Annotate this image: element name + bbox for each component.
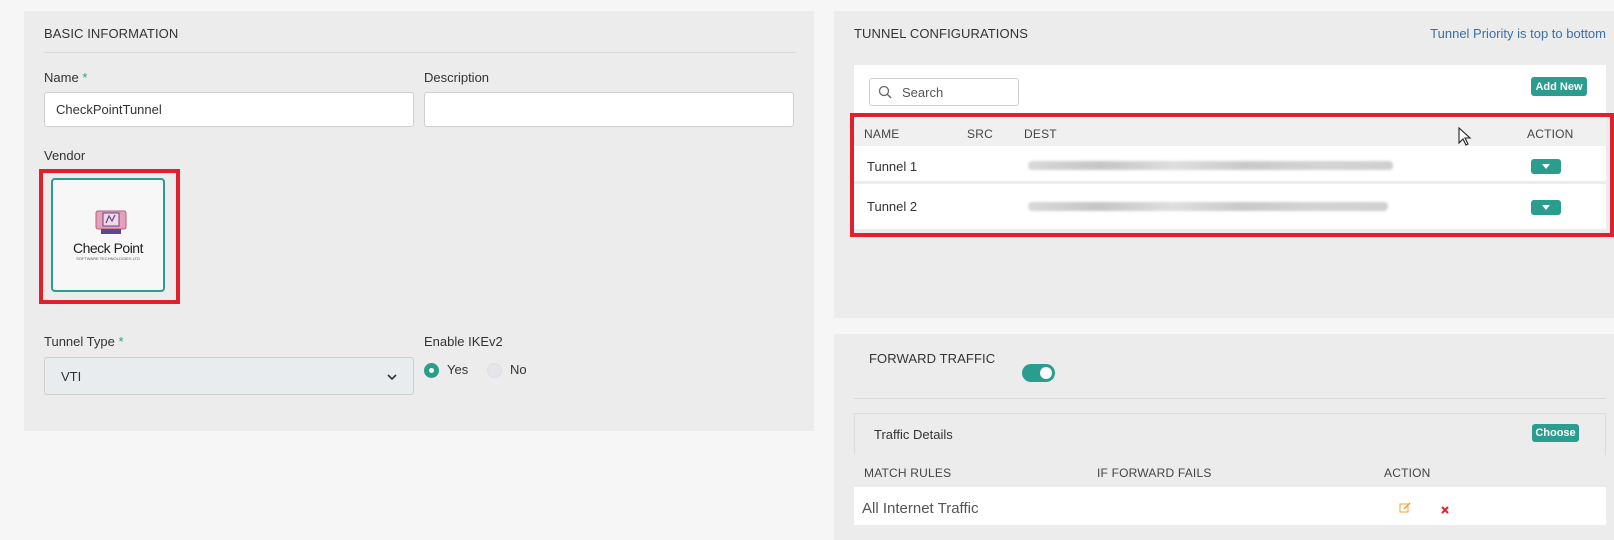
name-label: Name *	[44, 70, 87, 85]
name-label-text: Name	[44, 70, 79, 85]
ikev2-label: Enable IKEv2	[424, 334, 503, 349]
name-input-value: CheckPointTunnel	[56, 102, 162, 117]
vendor-card-checkpoint[interactable]: Check Point SOFTWARE TECHNOLOGIES LTD	[51, 178, 165, 292]
tunnel-type-select[interactable]: VTI	[44, 357, 414, 395]
basic-information-title: BASIC INFORMATION	[44, 26, 179, 41]
tunnel-search-input[interactable]: Search	[869, 78, 1019, 106]
ikev2-no-radio[interactable]	[487, 363, 502, 378]
description-label: Description	[424, 70, 490, 85]
ikev2-yes-radio[interactable]	[424, 363, 439, 378]
tunnel-type-required-mark: *	[118, 334, 124, 349]
search-icon	[878, 85, 892, 99]
vendor-label: Vendor	[44, 148, 86, 163]
forward-traffic-title: FORWARD TRAFFIC	[869, 351, 996, 366]
column-header-match-rules: MATCH RULES	[864, 466, 952, 480]
forward-traffic-toggle[interactable]	[1022, 364, 1055, 382]
tunnel-configurations-title: TUNNEL CONFIGURATIONS	[854, 26, 1028, 41]
description-input[interactable]	[424, 92, 794, 127]
tunnel-type-label-text: Tunnel Type	[44, 334, 115, 349]
mouse-cursor-icon	[1458, 126, 1472, 152]
choose-button[interactable]: Choose	[1532, 424, 1579, 442]
tunnel-type-value: VTI	[61, 368, 82, 384]
basic-information-divider	[44, 52, 796, 53]
ikev2-yes-label: Yes	[447, 362, 469, 377]
chevron-down-icon	[387, 369, 397, 384]
add-new-button[interactable]: Add New	[1531, 77, 1587, 96]
traffic-row-match-rule: All Internet Traffic	[862, 500, 979, 517]
tunnel-type-label: Tunnel Type *	[44, 334, 124, 349]
edit-icon[interactable]	[1399, 501, 1411, 519]
vendor-logo-name: Check Point	[73, 240, 143, 256]
column-header-if-forward-fails: IF FORWARD FAILS	[1097, 466, 1212, 480]
traffic-details-title: Traffic Details	[874, 427, 953, 442]
tunnel-table-highlight	[850, 113, 1614, 237]
delete-icon[interactable]	[1440, 502, 1450, 520]
name-input[interactable]: CheckPointTunnel	[44, 92, 414, 127]
search-placeholder: Search	[902, 84, 944, 100]
checkpoint-logo-icon	[95, 210, 127, 241]
column-header-traffic-action: ACTION	[1384, 466, 1431, 480]
ikev2-no-label: No	[510, 362, 527, 377]
tunnel-priority-note: Tunnel Priority is top to bottom	[1430, 26, 1606, 41]
traffic-details-header	[854, 413, 1606, 455]
vendor-logo-subtitle: SOFTWARE TECHNOLOGIES LTD	[76, 256, 140, 261]
forward-traffic-divider	[854, 398, 1606, 399]
name-required-mark: *	[82, 70, 88, 85]
